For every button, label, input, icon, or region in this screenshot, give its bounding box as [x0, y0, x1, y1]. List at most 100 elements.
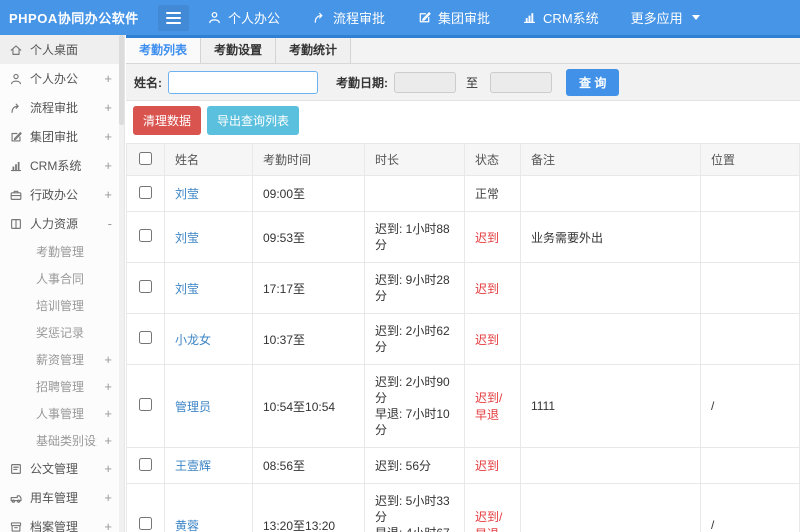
- expand-toggle[interactable]: +: [104, 490, 118, 505]
- remark: [520, 262, 701, 314]
- location: [700, 211, 800, 263]
- sidebar-item[interactable]: CRM系统 +: [0, 151, 124, 180]
- location: /: [700, 364, 800, 448]
- export-list-button[interactable]: 导出查询列表: [207, 106, 300, 135]
- chart-icon: [522, 10, 537, 25]
- row-checkbox[interactable]: [139, 457, 152, 471]
- expand-toggle[interactable]: +: [104, 519, 118, 532]
- duration: 迟到: 2小时62分: [364, 313, 465, 365]
- expand-toggle[interactable]: +: [104, 379, 118, 394]
- expand-toggle[interactable]: +: [104, 461, 118, 476]
- expand-toggle[interactable]: +: [104, 187, 118, 202]
- sidebar-item[interactable]: 个人桌面: [0, 35, 124, 64]
- header-status: 状态: [464, 143, 521, 176]
- remark: [520, 313, 701, 365]
- expand-toggle[interactable]: +: [104, 433, 118, 448]
- location: [700, 175, 800, 212]
- tab[interactable]: 考勤列表: [126, 38, 202, 63]
- user-icon: [9, 72, 23, 86]
- tab[interactable]: 考勤统计: [276, 38, 352, 63]
- attendance-rows: 刘莹 09:00至 正常 刘莹 09:53至 迟到: 1小时88分 迟到 业务需…: [126, 175, 800, 532]
- sidebar-scrollbar[interactable]: [119, 35, 124, 532]
- expand-toggle[interactable]: +: [104, 129, 118, 144]
- employee-name-link[interactable]: 管理员: [175, 400, 211, 414]
- sidebar-item[interactable]: 人事合同: [0, 265, 124, 292]
- share-icon: [312, 10, 327, 25]
- name-label: 姓名:: [134, 75, 162, 90]
- sidebar-item[interactable]: 考勤管理: [0, 238, 124, 265]
- expand-toggle[interactable]: +: [104, 100, 118, 115]
- header-location: 位置: [700, 143, 800, 176]
- sidebar-item-label: 人事管理: [36, 407, 85, 421]
- navbar-item-label: 个人办公: [228, 11, 281, 26]
- tab[interactable]: 考勤设置: [201, 38, 277, 63]
- date-to-input[interactable]: [490, 71, 553, 93]
- navbar-item[interactable]: 更多应用: [631, 8, 700, 27]
- employee-name-link[interactable]: 刘莹: [175, 231, 199, 245]
- sidebar-item[interactable]: 行政办公 +: [0, 180, 124, 209]
- employee-name-link[interactable]: 刘莹: [175, 282, 199, 296]
- status-badge: 迟到: [475, 281, 500, 296]
- sidebar-item[interactable]: 薪资管理 +: [0, 346, 124, 373]
- date-from-input[interactable]: [394, 71, 456, 93]
- sidebar-item-label: 培训管理: [36, 299, 85, 313]
- employee-name-link[interactable]: 小龙女: [175, 333, 211, 347]
- navbar-item[interactable]: CRM系统: [522, 8, 599, 27]
- sidebar-item[interactable]: 用车管理 +: [0, 483, 124, 512]
- employee-name-link[interactable]: 黄蓉: [175, 519, 199, 532]
- sidebar-item[interactable]: 人事管理 +: [0, 400, 124, 427]
- sidebar-item-label: 用车管理: [30, 491, 79, 505]
- sidebar-item-label: 个人桌面: [30, 43, 79, 57]
- row-checkbox[interactable]: [139, 398, 152, 411]
- navbar-item-label: 流程审批: [333, 11, 386, 26]
- sidebar-item[interactable]: 培训管理: [0, 292, 124, 319]
- expand-toggle[interactable]: -: [108, 216, 118, 231]
- sidebar-item[interactable]: 个人办公 +: [0, 64, 124, 93]
- menu-toggle-icon[interactable]: [158, 4, 189, 31]
- navbar-item[interactable]: 流程审批: [312, 8, 385, 27]
- remark: 1111: [520, 364, 701, 448]
- row-checkbox[interactable]: [139, 280, 152, 293]
- navbar-item-label: 更多应用: [630, 11, 683, 26]
- status-badge: 迟到: [475, 459, 500, 473]
- attendance-time: 09:53至: [252, 211, 365, 263]
- sidebar-item-label: 考勤管理: [36, 245, 85, 259]
- edit-icon: [9, 130, 23, 144]
- select-all-checkbox[interactable]: [139, 151, 152, 165]
- row-checkbox[interactable]: [139, 229, 152, 242]
- user-icon: [207, 10, 222, 25]
- expand-toggle[interactable]: +: [104, 406, 118, 421]
- sidebar-item[interactable]: 集团审批 +: [0, 122, 124, 151]
- sidebar-menu: 个人桌面 个人办公 + 流程审批 + 集团审批 + CRM系统 + 行政办公 +…: [0, 35, 124, 532]
- briefcase-icon: [9, 188, 23, 202]
- navbar-item[interactable]: 集团审批: [417, 8, 490, 27]
- action-bar: 清理数据 导出查询列表: [126, 101, 800, 140]
- row-checkbox[interactable]: [139, 517, 152, 530]
- sidebar-item[interactable]: 奖惩记录: [0, 319, 124, 346]
- name-input[interactable]: [168, 70, 318, 94]
- employee-name-link[interactable]: 刘莹: [175, 187, 199, 201]
- row-checkbox[interactable]: [139, 185, 152, 199]
- navbar-menu: 个人办公 流程审批 集团审批 CRM系统 更多应用: [207, 8, 700, 27]
- duration: 迟到: 56分: [364, 447, 465, 484]
- sidebar-item[interactable]: 公文管理 +: [0, 454, 124, 483]
- sidebar-item[interactable]: 基础类别设置 +: [0, 427, 124, 454]
- query-button[interactable]: 查 询: [566, 68, 620, 96]
- sidebar-item[interactable]: 档案管理 +: [0, 512, 124, 532]
- sidebar-item-label: 招聘管理: [36, 380, 85, 394]
- sidebar-item[interactable]: 人力资源 -: [0, 209, 124, 238]
- navbar-item-label: 集团审批: [438, 11, 491, 26]
- header-time: 考勤时间: [252, 143, 365, 176]
- expand-toggle[interactable]: +: [104, 71, 118, 86]
- sidebar-item[interactable]: 流程审批 +: [0, 93, 124, 122]
- employee-name-link[interactable]: 王壹辉: [175, 459, 211, 473]
- sidebar-item-label: 行政办公: [30, 188, 79, 202]
- navbar-item[interactable]: 个人办公: [207, 8, 280, 27]
- attendance-time: 10:37至: [252, 313, 365, 365]
- clean-data-button[interactable]: 清理数据: [133, 106, 202, 135]
- row-checkbox[interactable]: [139, 331, 152, 344]
- sidebar-item[interactable]: 招聘管理 +: [0, 373, 124, 400]
- expand-toggle[interactable]: +: [104, 352, 118, 367]
- expand-toggle[interactable]: +: [104, 158, 118, 173]
- sidebar-item-label: 流程审批: [30, 101, 79, 115]
